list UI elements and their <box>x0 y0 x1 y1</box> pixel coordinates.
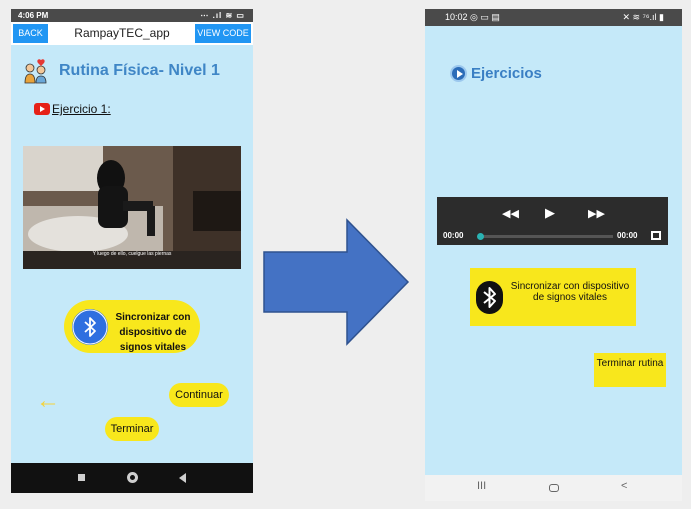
app-bar: BACK RampayTEC_app VIEW CODE <box>11 22 253 45</box>
bluetooth-icon <box>72 309 108 345</box>
continue-button[interactable]: Continuar <box>169 383 229 407</box>
youtube-icon <box>34 103 50 115</box>
media-player: ◀◀ ▶ ▶▶ 00:00 00:00 <box>437 197 668 245</box>
left-phone-screen: 4:06 PM ⋯ .ıl ≋ ▭ BACK RampayTEC_app VIE… <box>11 9 253 493</box>
back-button[interactable]: BACK <box>13 24 48 43</box>
exercise-link[interactable]: Ejercicio 1: <box>52 102 111 116</box>
exercise-video[interactable]: Y luego de ello, cuelgue las piernas <box>23 146 241 269</box>
app-title: RampayTEC_app <box>74 26 170 40</box>
fullscreen-icon[interactable] <box>651 231 661 240</box>
home-icon[interactable] <box>127 472 138 483</box>
back-chevron-icon[interactable]: < <box>621 480 627 492</box>
video-subtitle: Y luego de ello, cuelgue las piernas <box>92 251 172 257</box>
status-bar: 4:06 PM ⋯ .ıl ≋ ▭ <box>11 9 253 22</box>
home-icon[interactable] <box>549 484 559 492</box>
finish-button[interactable]: Terminar <box>105 417 159 441</box>
android-nav-bar <box>11 463 253 493</box>
progress-track[interactable] <box>479 235 613 238</box>
flow-arrow-icon <box>263 218 410 346</box>
status-icons: ✕ ≋ ⁷⁶.ıl ▮ <box>622 12 665 22</box>
play-circle-icon <box>450 65 467 82</box>
sync-vitals-button[interactable]: Sincronizar con dispositivo de signos vi… <box>470 268 636 326</box>
sync-vitals-label: Sincronizar con dispositivo de signos vi… <box>510 281 630 303</box>
fitness-couple-icon <box>24 59 47 84</box>
total-time: 00:00 <box>617 231 638 240</box>
view-code-button[interactable]: VIEW CODE <box>195 24 251 43</box>
bluetooth-icon <box>476 281 503 314</box>
status-bar: 10:02 ◎ ▭ ▤ ✕ ≋ ⁷⁶.ıl ▮ <box>425 9 682 26</box>
arrow-left-icon[interactable]: ← <box>36 387 60 415</box>
play-icon[interactable]: ▶ <box>545 205 555 221</box>
status-time: 10:02 ◎ ▭ ▤ <box>445 12 500 22</box>
sync-vitals-label: Sincronizar con dispositivo de signos vi… <box>115 312 191 353</box>
progress-thumb[interactable] <box>477 233 484 240</box>
back-triangle-icon[interactable] <box>179 473 186 483</box>
rewind-icon[interactable]: ◀◀ <box>502 207 519 220</box>
right-phone-screen: 10:02 ◎ ▭ ▤ ✕ ≋ ⁷⁶.ıl ▮ Ejercicios ◀◀ ▶ … <box>425 9 682 501</box>
recents-icon[interactable] <box>78 474 85 481</box>
android-nav-bar: III < <box>425 475 682 501</box>
status-time: 4:06 PM <box>18 11 49 20</box>
finish-routine-button[interactable]: Terminar rutina <box>594 353 666 387</box>
recents-icon[interactable]: III <box>477 480 486 492</box>
status-icons: ⋯ .ıl ≋ ▭ <box>200 11 245 20</box>
page-title: Ejercicios <box>471 65 542 82</box>
current-time: 00:00 <box>443 231 464 240</box>
sync-vitals-button[interactable]: Sincronizar con dispositivo de signos vi… <box>64 300 200 353</box>
page-title: Rutina Física- Nivel 1 <box>59 62 220 79</box>
fast-forward-icon[interactable]: ▶▶ <box>588 207 605 220</box>
